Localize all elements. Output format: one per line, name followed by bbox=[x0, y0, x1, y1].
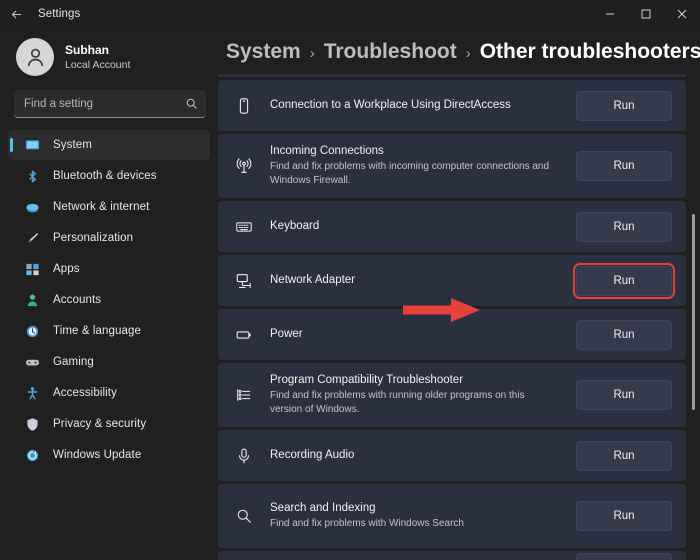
table-row[interactable]: Keyboard Run bbox=[218, 201, 686, 252]
table-row[interactable]: Network Adapter Run bbox=[218, 255, 686, 306]
item-description: Find and fix problems with incoming comp… bbox=[270, 160, 550, 187]
network-adapter-icon bbox=[234, 272, 254, 290]
window-controls bbox=[592, 0, 700, 28]
item-title: Power bbox=[270, 328, 303, 341]
sidebar-item-label: Accounts bbox=[53, 294, 102, 306]
sidebar-item-apps[interactable]: Apps bbox=[8, 254, 210, 284]
item-title: Connection to a Workplace Using DirectAc… bbox=[270, 99, 511, 112]
monitor-icon bbox=[24, 137, 40, 153]
accessibility-icon bbox=[24, 385, 40, 401]
minimize-button[interactable] bbox=[592, 0, 628, 28]
shield-icon bbox=[24, 416, 40, 432]
table-row[interactable]: Program Compatibility Troubleshooter Fin… bbox=[218, 363, 686, 427]
breadcrumb-troubleshoot[interactable]: Troubleshoot bbox=[324, 40, 457, 64]
run-button[interactable]: Run bbox=[576, 440, 672, 471]
sidebar-item-accounts[interactable]: Accounts bbox=[8, 285, 210, 315]
table-row[interactable]: Connection to a Workplace Using DirectAc… bbox=[218, 80, 686, 131]
sidebar: Subhan Local Account System bbox=[0, 28, 218, 560]
item-title: Program Compatibility Troubleshooter bbox=[270, 374, 464, 387]
sidebar-item-label: Bluetooth & devices bbox=[53, 170, 157, 182]
sidebar-item-label: Windows Update bbox=[53, 449, 142, 461]
table-row[interactable]: Power Run bbox=[218, 309, 686, 360]
settings-window: Settings Subhan Local Account Find a set… bbox=[0, 0, 700, 560]
page-title: Other troubleshooters bbox=[479, 40, 700, 63]
table-row[interactable]: Shared Folders Run bbox=[218, 551, 686, 560]
sidebar-item-label: Time & language bbox=[53, 325, 142, 337]
run-button[interactable]: Run bbox=[576, 553, 672, 560]
main-content: System › Troubleshoot › Other troublesho… bbox=[218, 28, 700, 560]
item-title: Recording Audio bbox=[270, 449, 355, 462]
run-button[interactable]: Run bbox=[576, 501, 672, 531]
maximize-button[interactable] bbox=[628, 0, 664, 28]
accounts-icon bbox=[24, 292, 40, 308]
sidebar-item-gaming[interactable]: Gaming bbox=[8, 347, 210, 377]
breadcrumb: System › Troubleshoot › Other troublesho… bbox=[218, 28, 700, 74]
clock-icon bbox=[24, 323, 40, 339]
scrollbar-thumb[interactable] bbox=[692, 214, 695, 410]
table-row[interactable]: Search and Indexing Find and fix problem… bbox=[218, 484, 686, 548]
item-title: Search and Indexing bbox=[270, 502, 376, 515]
item-title: Network Adapter bbox=[270, 274, 356, 287]
battery-icon bbox=[234, 326, 254, 344]
list-item-partial[interactable] bbox=[218, 74, 686, 77]
sidebar-item-personalization[interactable]: Personalization bbox=[8, 223, 210, 253]
sidebar-nav: System Bluetooth & devices Network & int… bbox=[8, 130, 210, 470]
search-input[interactable] bbox=[24, 97, 185, 110]
run-button[interactable]: Run bbox=[576, 319, 672, 350]
sidebar-item-label: Gaming bbox=[53, 356, 94, 368]
apps-icon bbox=[24, 261, 40, 277]
sidebar-item-accessibility[interactable]: Accessibility bbox=[8, 378, 210, 408]
run-button[interactable]: Run bbox=[576, 380, 672, 410]
item-description: Find and fix problems with Windows Searc… bbox=[270, 518, 464, 530]
sidebar-item-bluetooth-devices[interactable]: Bluetooth & devices bbox=[8, 161, 210, 191]
item-title: Incoming Connections bbox=[270, 145, 384, 158]
troubleshooter-list: Connection to a Workplace Using DirectAc… bbox=[218, 74, 700, 560]
account-type: Local Account bbox=[65, 59, 131, 71]
keyboard-icon bbox=[234, 218, 254, 236]
sidebar-item-windows-update[interactable]: Windows Update bbox=[8, 440, 210, 470]
update-icon bbox=[24, 447, 40, 463]
brush-icon bbox=[24, 230, 40, 246]
item-title: Keyboard bbox=[270, 220, 320, 233]
sidebar-item-label: Personalization bbox=[53, 232, 134, 244]
sidebar-item-label: Apps bbox=[53, 263, 80, 275]
search-box[interactable] bbox=[14, 90, 206, 118]
sidebar-item-privacy-security[interactable]: Privacy & security bbox=[8, 409, 210, 439]
search-magnifier-icon bbox=[234, 507, 254, 525]
list-icon bbox=[234, 386, 254, 404]
sidebar-item-label: System bbox=[53, 139, 92, 151]
sidebar-item-label: Privacy & security bbox=[53, 418, 147, 430]
avatar bbox=[16, 38, 54, 76]
back-button[interactable] bbox=[0, 0, 32, 28]
wifi-signal-icon bbox=[234, 157, 254, 175]
microphone-icon bbox=[234, 447, 254, 465]
account-block[interactable]: Subhan Local Account bbox=[8, 28, 210, 88]
app-title: Settings bbox=[38, 8, 81, 20]
table-row[interactable]: Incoming Connections Find and fix proble… bbox=[218, 134, 686, 198]
scrollbar[interactable] bbox=[690, 74, 697, 560]
run-button[interactable]: Run bbox=[573, 262, 675, 299]
sidebar-item-label: Accessibility bbox=[53, 387, 117, 399]
gamepad-icon bbox=[24, 354, 40, 370]
breadcrumb-separator: › bbox=[465, 45, 471, 62]
title-bar: Settings bbox=[0, 0, 700, 28]
table-row[interactable]: Recording Audio Run bbox=[218, 430, 686, 481]
search-icon bbox=[185, 97, 198, 110]
bluetooth-icon bbox=[24, 168, 40, 184]
breadcrumb-separator: › bbox=[309, 45, 315, 62]
item-description: Find and fix problems with running older… bbox=[270, 389, 525, 416]
close-button[interactable] bbox=[664, 0, 700, 28]
run-button[interactable]: Run bbox=[576, 151, 672, 181]
run-button[interactable]: Run bbox=[576, 90, 672, 121]
breadcrumb-system[interactable]: System bbox=[226, 40, 301, 64]
sidebar-item-label: Network & internet bbox=[53, 201, 150, 213]
globe-icon bbox=[24, 199, 40, 215]
account-name: Subhan bbox=[65, 42, 109, 57]
sidebar-item-network-internet[interactable]: Network & internet bbox=[8, 192, 210, 222]
sidebar-item-time-language[interactable]: Time & language bbox=[8, 316, 210, 346]
window-body: Subhan Local Account System bbox=[0, 28, 700, 560]
device-icon bbox=[234, 97, 254, 115]
sidebar-item-system[interactable]: System bbox=[8, 130, 210, 160]
run-button[interactable]: Run bbox=[576, 211, 672, 242]
